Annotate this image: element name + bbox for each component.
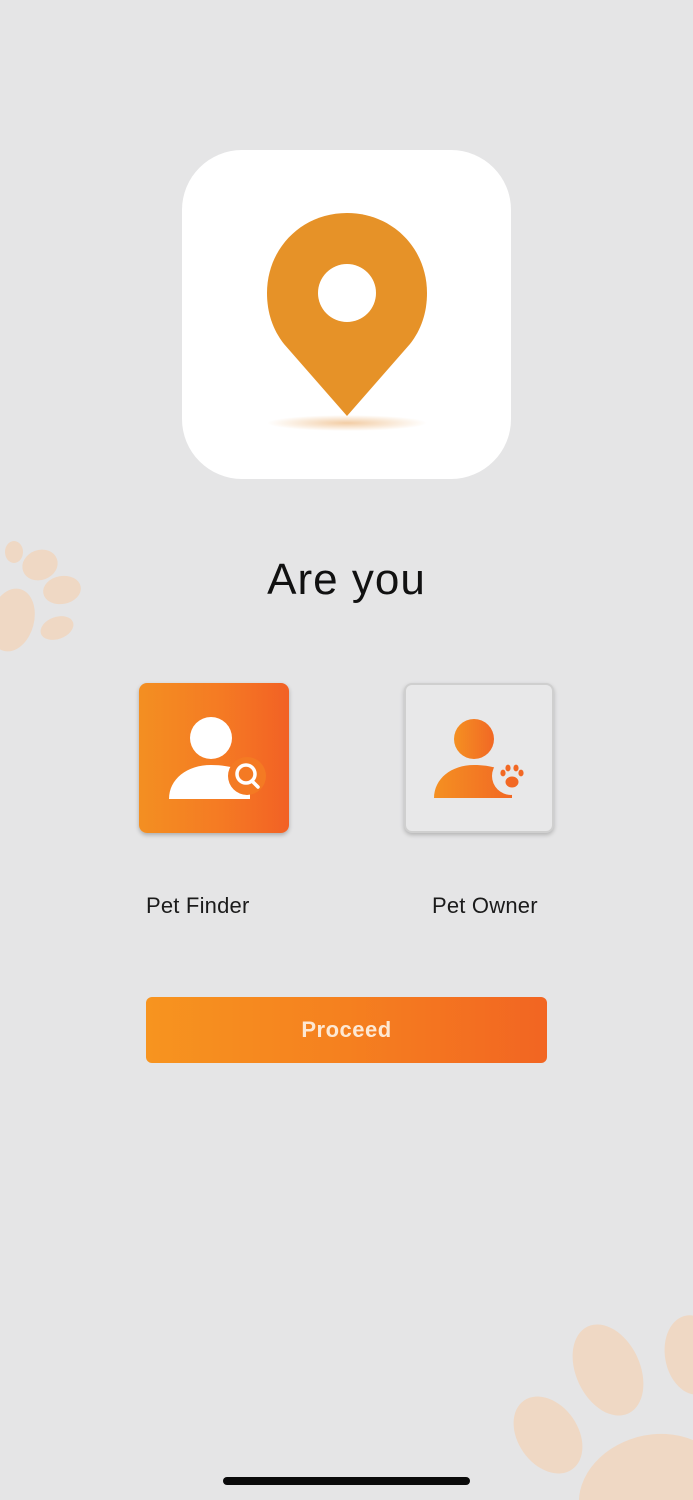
role-selection-screen: Are you Pet Finder Pet Owner Proceed	[0, 0, 693, 1500]
location-pin-icon	[267, 213, 427, 431]
home-indicator	[223, 1477, 470, 1485]
pet-finder-label: Pet Finder	[146, 893, 250, 918]
pet-owner-option[interactable]	[404, 683, 554, 833]
user-search-icon	[169, 717, 266, 799]
page-title: Are you	[267, 555, 426, 604]
paw-print-icon	[513, 1315, 693, 1500]
app-logo	[182, 150, 511, 479]
proceed-button[interactable]: Proceed	[146, 997, 547, 1063]
pet-owner-label: Pet Owner	[432, 893, 538, 918]
user-paw-icon	[434, 719, 530, 798]
pet-finder-option[interactable]	[139, 683, 289, 833]
